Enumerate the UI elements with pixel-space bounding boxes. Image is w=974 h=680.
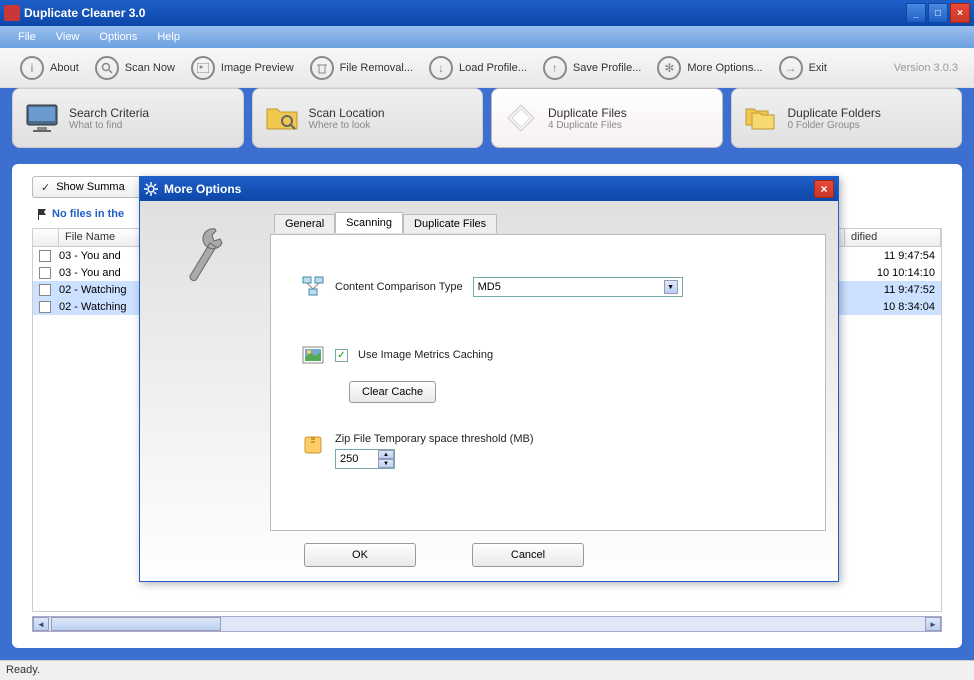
zip-icon (301, 433, 325, 457)
scan-now-button[interactable]: Scan Now (87, 52, 183, 84)
dialog-tab-content: Content Comparison Type MD5 ▼ ✓ Use Imag… (270, 234, 826, 531)
row-checkbox[interactable] (39, 301, 51, 313)
search-icon (95, 56, 119, 80)
content-compare-label: Content Comparison Type (335, 281, 463, 293)
folders-icon (742, 99, 780, 137)
dialog-sidebar (140, 201, 270, 581)
tab-search-criteria[interactable]: Search CriteriaWhat to find (12, 88, 244, 148)
image-cache-label: Use Image Metrics Caching (358, 349, 493, 361)
menu-help[interactable]: Help (147, 28, 190, 46)
status-bar: Ready. (0, 660, 974, 680)
tab-scanning[interactable]: Scanning (335, 212, 403, 233)
dialog-tab-headers: General Scanning Duplicate Files (274, 214, 830, 233)
compare-icon (301, 275, 325, 299)
folder-search-icon (263, 99, 301, 137)
spinner-up[interactable]: ▲ (378, 450, 394, 459)
upload-icon: ↑ (543, 56, 567, 80)
row-checkbox[interactable] (39, 250, 51, 262)
tab-duplicate-folders[interactable]: Duplicate Folders0 Folder Groups (731, 88, 963, 148)
download-icon: ↓ (429, 56, 453, 80)
no-files-label: No files in the (36, 208, 124, 220)
zip-threshold-label: Zip File Temporary space threshold (MB) (335, 433, 533, 445)
trash-icon (310, 56, 334, 80)
minimize-button[interactable]: _ (906, 3, 926, 23)
col-modified[interactable]: dified (845, 229, 941, 246)
tab-duplicate-files[interactable]: Duplicate Files4 Duplicate Files (491, 88, 723, 148)
check-icon: ✓ (41, 181, 50, 194)
load-profile-button[interactable]: ↓Load Profile... (421, 52, 535, 84)
info-icon: i (20, 56, 44, 80)
image-cache-checkbox[interactable]: ✓ (335, 349, 348, 362)
ok-button[interactable]: OK (304, 543, 416, 567)
app-title: Duplicate Cleaner 3.0 (24, 6, 906, 20)
chevron-down-icon: ▼ (664, 280, 678, 294)
file-modified-cell: 11 9:47:54 (884, 250, 935, 262)
menu-options[interactable]: Options (89, 28, 147, 46)
file-removal-button[interactable]: File Removal... (302, 52, 421, 84)
dialog-title: More Options (164, 182, 241, 196)
image-preview-button[interactable]: Image Preview (183, 52, 302, 84)
tab-duplicate-files[interactable]: Duplicate Files (403, 214, 497, 233)
more-options-button[interactable]: ✻More Options... (649, 52, 770, 84)
menu-bar: File View Options Help (0, 26, 974, 48)
more-options-dialog: More Options × General Scanning Duplicat… (139, 176, 839, 582)
title-bar: Duplicate Cleaner 3.0 _ □ × (0, 0, 974, 26)
wrench-icon (180, 221, 230, 291)
horizontal-scrollbar[interactable]: ◄ ► (32, 616, 942, 632)
tab-general[interactable]: General (274, 214, 335, 233)
clear-cache-button[interactable]: Clear Cache (349, 381, 436, 403)
content-compare-dropdown[interactable]: MD5 ▼ (473, 277, 683, 297)
row-checkbox[interactable] (39, 284, 51, 296)
scroll-left-arrow[interactable]: ◄ (33, 617, 49, 631)
section-tabs: Search CriteriaWhat to find Scan Locatio… (12, 88, 962, 148)
duplicate-files-icon (502, 99, 540, 137)
file-modified-cell: 10 10:14:10 (877, 267, 935, 279)
flag-icon (36, 208, 48, 220)
status-text: Ready. (6, 664, 40, 676)
version-label: Version 3.0.3 (894, 62, 958, 74)
scroll-right-arrow[interactable]: ► (925, 617, 941, 631)
maximize-button[interactable]: □ (928, 3, 948, 23)
exit-icon: → (779, 56, 803, 80)
dialog-close-button[interactable]: × (814, 180, 834, 198)
menu-view[interactable]: View (46, 28, 90, 46)
about-button[interactable]: iAbout (12, 52, 87, 84)
monitor-icon (23, 99, 61, 137)
app-icon (4, 5, 20, 21)
scroll-thumb[interactable] (51, 617, 221, 631)
tab-scan-location[interactable]: Scan LocationWhere to look (252, 88, 484, 148)
picture-icon (301, 343, 325, 367)
spinner-down[interactable]: ▼ (378, 459, 394, 468)
file-modified-cell: 11 9:47:52 (884, 284, 935, 296)
cancel-button[interactable]: Cancel (472, 543, 584, 567)
menu-file[interactable]: File (8, 28, 46, 46)
row-checkbox[interactable] (39, 267, 51, 279)
close-button[interactable]: × (950, 3, 970, 23)
gear-icon (144, 182, 158, 196)
gear-icon: ✻ (657, 56, 681, 80)
exit-button[interactable]: →Exit (771, 52, 835, 84)
zip-threshold-spinner[interactable]: 250 ▲ ▼ (335, 449, 395, 469)
dialog-titlebar: More Options × (140, 177, 838, 201)
toolbar: iAbout Scan Now Image Preview File Remov… (0, 48, 974, 88)
save-profile-button[interactable]: ↑Save Profile... (535, 52, 649, 84)
file-modified-cell: 10 8:34:04 (883, 301, 935, 313)
image-icon (191, 56, 215, 80)
